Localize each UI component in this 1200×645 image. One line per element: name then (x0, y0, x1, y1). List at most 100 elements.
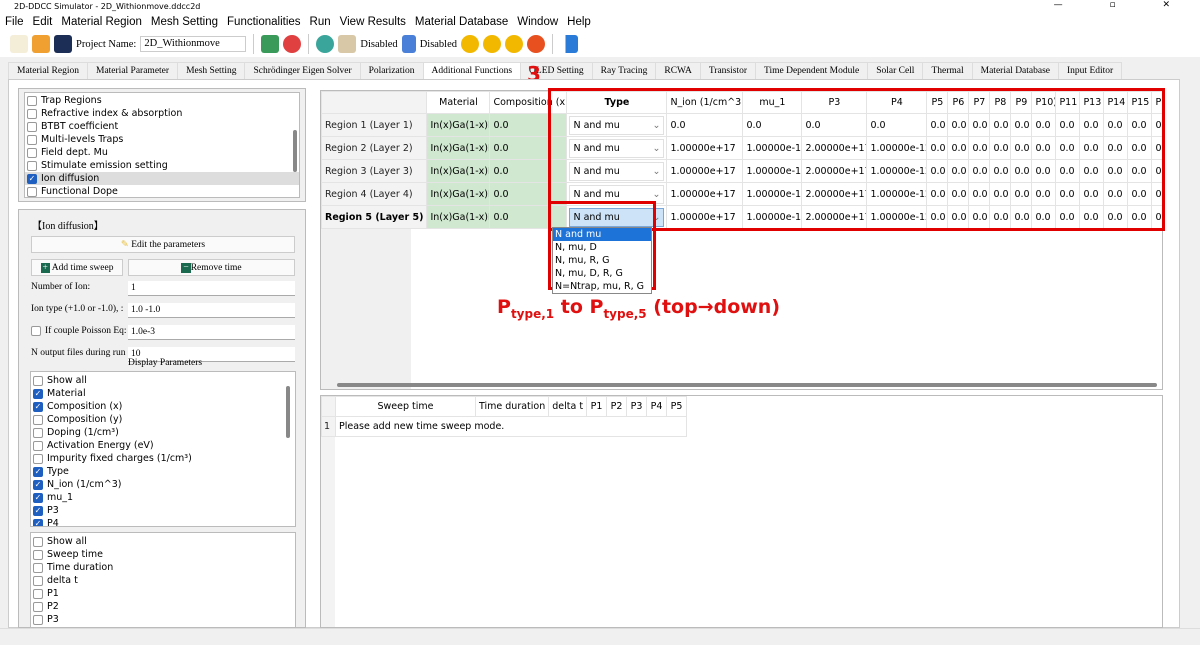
tab-rcwa[interactable]: RCWA (655, 62, 701, 79)
menu-material-database[interactable]: Material Database (415, 13, 508, 31)
column-header[interactable]: Material (426, 91, 491, 114)
chart-icon[interactable] (560, 35, 579, 53)
tab-ray-tracing[interactable]: Ray Tracing (591, 62, 657, 79)
tab-time-dependent-module[interactable]: Time Dependent Module (755, 62, 869, 79)
column-header[interactable]: P4 (646, 396, 668, 417)
checkbox-checked-icon[interactable]: ✓ (33, 492, 43, 503)
field-input[interactable]: 1.0e-3 (128, 325, 295, 340)
display-parameters-scrollbar[interactable] (286, 386, 290, 438)
checkbox-item[interactable]: ✓ N_ion (1/cm^3) (31, 478, 295, 491)
dropdown-option[interactable]: N and mu (553, 228, 651, 241)
dropdown-option[interactable]: N, mu, D (553, 241, 651, 254)
column-header[interactable]: P2 (606, 396, 628, 417)
checkbox-icon[interactable] (33, 549, 43, 560)
checkbox-item[interactable]: Refractive index & absorption (25, 107, 299, 120)
list-icon[interactable] (401, 35, 416, 53)
edit-parameters-button[interactable]: ✎ Edit the parameters (31, 236, 295, 253)
table-cell[interactable]: In(x)Ga(1-x)N (426, 136, 491, 160)
tab-additional-functions[interactable]: Additional Functions (422, 62, 522, 79)
checkbox-item[interactable]: P2 (31, 600, 295, 613)
add-time-sweep-button[interactable]: + Add time sweep (31, 259, 123, 276)
field-input[interactable]: 1.0 -1.0 (128, 303, 295, 318)
tab-solar-cell[interactable]: Solar Cell (867, 62, 924, 79)
settings-icon[interactable] (316, 35, 335, 53)
checkbox-icon[interactable] (33, 562, 43, 573)
checkbox-icon[interactable] (27, 134, 37, 145)
row-header[interactable]: Region 3 (Layer 3) (321, 159, 428, 183)
open-folder-icon[interactable] (32, 35, 50, 53)
checkbox-icon[interactable] (33, 536, 43, 547)
checkbox-item[interactable]: Time duration (31, 561, 295, 574)
tab-material-region[interactable]: Material Region (8, 62, 88, 79)
menu-help[interactable]: Help (567, 13, 591, 31)
checkbox-item[interactable]: ✓ P3 (31, 504, 295, 517)
checkbox-icon[interactable] (33, 588, 43, 599)
run-icon[interactable] (461, 35, 480, 53)
checkbox-checked-icon[interactable]: ✓ (33, 479, 43, 490)
menu-edit[interactable]: Edit (33, 13, 53, 31)
checkbox-item[interactable]: Sweep time (31, 548, 295, 561)
save-icon[interactable] (54, 35, 72, 53)
tab-transistor[interactable]: Transistor (699, 62, 757, 79)
row-header[interactable]: Region 1 (Layer 1) (321, 113, 428, 137)
row-header[interactable]: Region 2 (Layer 2) (321, 136, 428, 160)
remove-time-button[interactable]: − Remove time (128, 259, 295, 276)
checkbox-item[interactable]: Functional Dope (25, 185, 299, 197)
checkbox-icon[interactable] (27, 121, 37, 132)
new-file-icon[interactable] (10, 35, 28, 53)
row-header[interactable]: Region 5 (Layer 5) (321, 205, 428, 229)
checkbox-item[interactable]: Show all (31, 374, 295, 387)
checkbox-item[interactable]: ✓ Type (31, 465, 295, 478)
checkbox-item[interactable]: ✓ P4 (31, 517, 295, 526)
dropdown-option[interactable]: N, mu, R, G (553, 254, 651, 267)
checkbox-icon[interactable] (27, 147, 37, 158)
checkbox-item[interactable]: BTBT coefficient (25, 120, 299, 133)
tab-polarization[interactable]: Polarization (359, 62, 424, 79)
checkbox-icon[interactable] (27, 95, 37, 106)
table-cell[interactable]: In(x)Ga(1-x)N (426, 159, 491, 183)
checkbox-item[interactable]: Stimulate emission setting (25, 159, 299, 172)
column-header[interactable]: P1 (586, 396, 608, 417)
horizontal-scrollbar[interactable] (337, 383, 1157, 387)
couple-poisson-checkbox[interactable] (31, 326, 41, 336)
checkbox-icon[interactable] (33, 453, 43, 464)
checkbox-item[interactable]: Doping (1/cm³) (31, 426, 295, 439)
menu-material-region[interactable]: Material Region (61, 13, 142, 31)
fast-forward-icon[interactable] (483, 35, 502, 53)
column-header[interactable]: Sweep time (335, 396, 476, 417)
checkbox-checked-icon[interactable]: ✓ (27, 173, 37, 184)
checkbox-item[interactable]: Multi-levels Traps (25, 133, 299, 146)
menu-run[interactable]: Run (310, 13, 331, 31)
checkbox-item[interactable]: P3 (31, 613, 295, 626)
layers-icon[interactable] (338, 35, 357, 53)
row-header[interactable]: Region 4 (Layer 4) (321, 182, 428, 206)
checkbox-checked-icon[interactable]: ✓ (33, 518, 43, 526)
column-header[interactable]: delta t (548, 396, 588, 417)
checkbox-item[interactable]: Impurity fixed charges (1/cm³) (31, 452, 295, 465)
functions-scrollbar[interactable] (293, 130, 297, 172)
checkbox-icon[interactable] (27, 186, 37, 197)
tab-mesh-setting[interactable]: Mesh Setting (177, 62, 246, 79)
tab-material-parameter[interactable]: Material Parameter (87, 62, 179, 79)
checkbox-item[interactable]: delta t (31, 574, 295, 587)
checkbox-checked-icon[interactable]: ✓ (33, 401, 43, 412)
checkbox-icon[interactable] (33, 427, 43, 438)
menu-view-results[interactable]: View Results (340, 13, 406, 31)
field-input[interactable]: 1 (128, 281, 295, 296)
checkbox-checked-icon[interactable]: ✓ (33, 466, 43, 477)
checkbox-icon[interactable] (33, 440, 43, 451)
checkbox-checked-icon[interactable]: ✓ (33, 388, 43, 399)
checkbox-icon[interactable] (33, 375, 43, 386)
checkbox-checked-icon[interactable]: ✓ (33, 505, 43, 516)
checkbox-item[interactable]: ✓ Ion diffusion (25, 172, 299, 185)
checkbox-icon[interactable] (33, 575, 43, 586)
menu-file[interactable]: File (5, 13, 24, 31)
column-header[interactable]: P5 (666, 396, 688, 417)
checkbox-icon[interactable] (33, 601, 43, 612)
tab-schr-dinger-eigen-solver[interactable]: Schrödinger Eigen Solver (244, 62, 361, 79)
tab-thermal[interactable]: Thermal (922, 62, 973, 79)
table-cell[interactable]: Please add new time sweep mode. (334, 416, 688, 437)
checkbox-icon[interactable] (27, 160, 37, 171)
tab-material-database[interactable]: Material Database (971, 62, 1060, 79)
checkbox-item[interactable]: Show all (31, 535, 295, 548)
